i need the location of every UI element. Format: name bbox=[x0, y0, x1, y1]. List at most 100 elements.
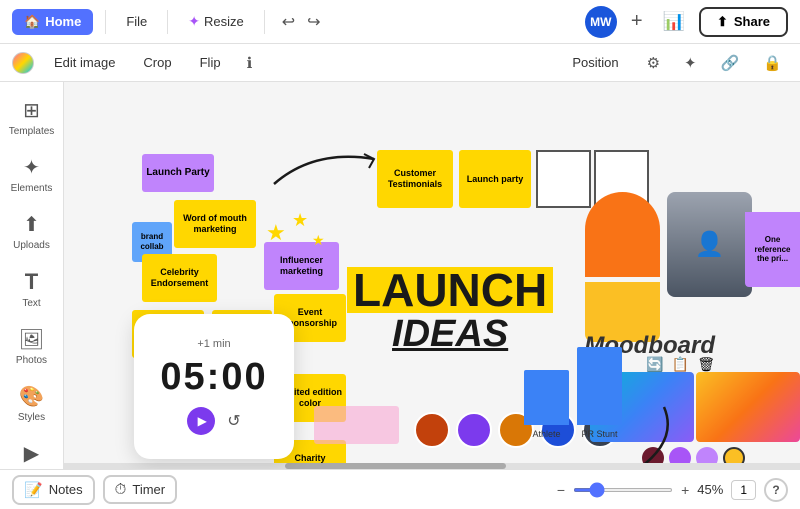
photos-label: Photos bbox=[16, 355, 47, 366]
share-button[interactable]: ⬆ Share bbox=[699, 7, 788, 37]
flip-button[interactable]: Flip bbox=[192, 51, 229, 74]
sidebar-item-photos[interactable]: 🖼 Photos bbox=[4, 319, 60, 374]
lock-button[interactable]: 🔒 bbox=[757, 50, 788, 76]
star-decoration-3: ★ bbox=[312, 232, 325, 249]
resize-label: Resize bbox=[204, 14, 244, 29]
star-decoration-1: ★ bbox=[266, 220, 286, 246]
timer-button[interactable]: ⏱ Timer bbox=[103, 475, 177, 504]
text-icon: T bbox=[25, 269, 38, 295]
canvas[interactable]: Launch Party Word of mouth marketing bra… bbox=[64, 82, 800, 469]
canvas-area[interactable]: Launch Party Word of mouth marketing bra… bbox=[64, 82, 800, 469]
notes-button[interactable]: 📝 Notes bbox=[12, 475, 95, 505]
timer-controls: ▶ ↺ bbox=[187, 407, 240, 435]
secondary-toolbar: Edit image Crop Flip ℹ Position ⚙ ✦ 🔗 🔒 bbox=[0, 44, 800, 82]
resize-button[interactable]: ✦ Resize bbox=[180, 9, 251, 34]
photo-orange[interactable] bbox=[585, 192, 660, 277]
sidebar-item-text[interactable]: T Text bbox=[4, 261, 60, 317]
home-button[interactable]: 🏠 Home bbox=[12, 9, 93, 35]
edit-image-button[interactable]: Edit image bbox=[46, 51, 123, 74]
sidebar-item-templates[interactable]: ⊞ Templates bbox=[4, 90, 60, 145]
avatar-initials: MW bbox=[590, 15, 611, 29]
note-celebrity-endorsement[interactable]: Celebrity Endorsement bbox=[142, 254, 217, 302]
elements-label: Elements bbox=[11, 183, 53, 194]
note-launch-party-2[interactable]: Launch party bbox=[459, 150, 531, 208]
file-label: File bbox=[126, 14, 147, 29]
note-one-reference[interactable]: One reference the pri... bbox=[745, 212, 800, 287]
link-button[interactable]: 🔗 bbox=[715, 50, 746, 76]
avatar-2[interactable] bbox=[456, 412, 492, 448]
home-label: Home bbox=[45, 14, 81, 29]
curved-arrow-bottom bbox=[614, 402, 684, 469]
position-button[interactable]: Position bbox=[562, 51, 628, 74]
zoom-area: − + 45% bbox=[557, 482, 723, 498]
photos-icon: 🖼 bbox=[19, 327, 44, 352]
styles-label: Styles bbox=[18, 412, 45, 423]
note-launch-party[interactable]: Launch Party bbox=[142, 154, 214, 192]
zoom-slider[interactable] bbox=[573, 488, 673, 492]
info-button[interactable]: ℹ bbox=[241, 50, 259, 76]
timer-display: 05:00 bbox=[160, 356, 267, 399]
timer-label: Timer bbox=[132, 482, 165, 497]
launch-title-line2: IDEAS bbox=[392, 313, 508, 355]
zoom-out-icon: − bbox=[557, 482, 565, 498]
note-influencer-marketing[interactable]: Influencer marketing bbox=[264, 242, 339, 290]
animate-button[interactable]: ✦ bbox=[678, 50, 703, 76]
magic-icon: ✦ bbox=[188, 13, 200, 30]
undo-button[interactable]: ↩ bbox=[277, 7, 300, 37]
undo-redo-group: ↩ ↪ bbox=[277, 7, 326, 37]
refresh-icon[interactable]: 🔄 bbox=[646, 356, 663, 373]
timer-play-button[interactable]: ▶ bbox=[187, 407, 215, 435]
color-picker[interactable] bbox=[12, 52, 34, 74]
bar-chart: Athlete PR Stunt bbox=[524, 347, 622, 439]
bar-label-1: Athlete bbox=[532, 429, 560, 439]
note-blank-1[interactable] bbox=[536, 150, 591, 208]
share-label: Share bbox=[734, 14, 770, 29]
help-button[interactable]: ? bbox=[764, 478, 788, 502]
note-word-of-mouth[interactable]: Word of mouth marketing bbox=[174, 200, 256, 248]
sidebar-item-videos[interactable]: ▶ Videos bbox=[4, 433, 60, 469]
uploads-label: Uploads bbox=[13, 240, 50, 251]
page-nav: 1 bbox=[731, 480, 756, 500]
note-customer-testimonials[interactable]: Customer Testimonials bbox=[377, 150, 453, 208]
redo-button[interactable]: ↪ bbox=[302, 7, 325, 37]
filter-icon-button[interactable]: ⚙ bbox=[641, 50, 666, 76]
page-nav-button[interactable]: 1 bbox=[731, 480, 756, 500]
templates-label: Templates bbox=[9, 126, 55, 137]
add-collaborator-button[interactable]: + bbox=[625, 8, 649, 35]
bar-rect-1 bbox=[524, 370, 569, 425]
analytics-button[interactable]: 📊 bbox=[657, 7, 691, 36]
photo-portrait[interactable]: 👤 bbox=[667, 192, 752, 297]
bar-athlete: Athlete bbox=[524, 370, 569, 439]
notes-label: Notes bbox=[49, 482, 83, 497]
videos-icon: ▶ bbox=[24, 441, 39, 466]
play-icon: ▶ bbox=[198, 414, 207, 428]
star-decoration-2: ★ bbox=[292, 210, 308, 231]
crop-button[interactable]: Crop bbox=[135, 51, 179, 74]
launch-title: LAUNCH IDEAS bbox=[347, 267, 553, 353]
elements-icon: ✦ bbox=[23, 155, 40, 180]
moodboard-toolbar: 🔄 📋 🗑 bbox=[646, 356, 715, 373]
bar-rect-2 bbox=[577, 347, 622, 425]
user-avatar[interactable]: MW bbox=[585, 6, 617, 38]
delete-icon[interactable]: 🗑 bbox=[697, 356, 715, 373]
copy-icon[interactable]: 📋 bbox=[672, 356, 689, 373]
uploads-icon: ⬆ bbox=[23, 212, 40, 237]
top-bar: 🏠 Home File ✦ Resize ↩ ↪ MW + 📊 ⬆ Share bbox=[0, 0, 800, 44]
divider1 bbox=[105, 10, 106, 34]
note-pink-bottom[interactable] bbox=[314, 406, 399, 444]
timer-reset-button[interactable]: ↺ bbox=[227, 411, 240, 431]
divider2 bbox=[167, 10, 168, 34]
sidebar-item-styles[interactable]: 🎨 Styles bbox=[4, 376, 60, 431]
gradient-img-2[interactable] bbox=[696, 372, 800, 442]
sidebar-item-uploads[interactable]: ⬆ Uploads bbox=[4, 204, 60, 259]
share-icon: ⬆ bbox=[717, 14, 728, 30]
sidebar: ⊞ Templates ✦ Elements ⬆ Uploads T Text … bbox=[0, 82, 64, 469]
bottom-bar: 📝 Notes ⏱ Timer − + 45% 1 ? bbox=[0, 469, 800, 509]
sidebar-item-elements[interactable]: ✦ Elements bbox=[4, 147, 60, 202]
avatar-1[interactable] bbox=[414, 412, 450, 448]
notes-icon: 📝 bbox=[24, 481, 43, 499]
text-label: Text bbox=[22, 298, 40, 309]
styles-icon: 🎨 bbox=[19, 384, 44, 409]
file-button[interactable]: File bbox=[118, 10, 155, 33]
decorative-arrow bbox=[264, 144, 384, 194]
